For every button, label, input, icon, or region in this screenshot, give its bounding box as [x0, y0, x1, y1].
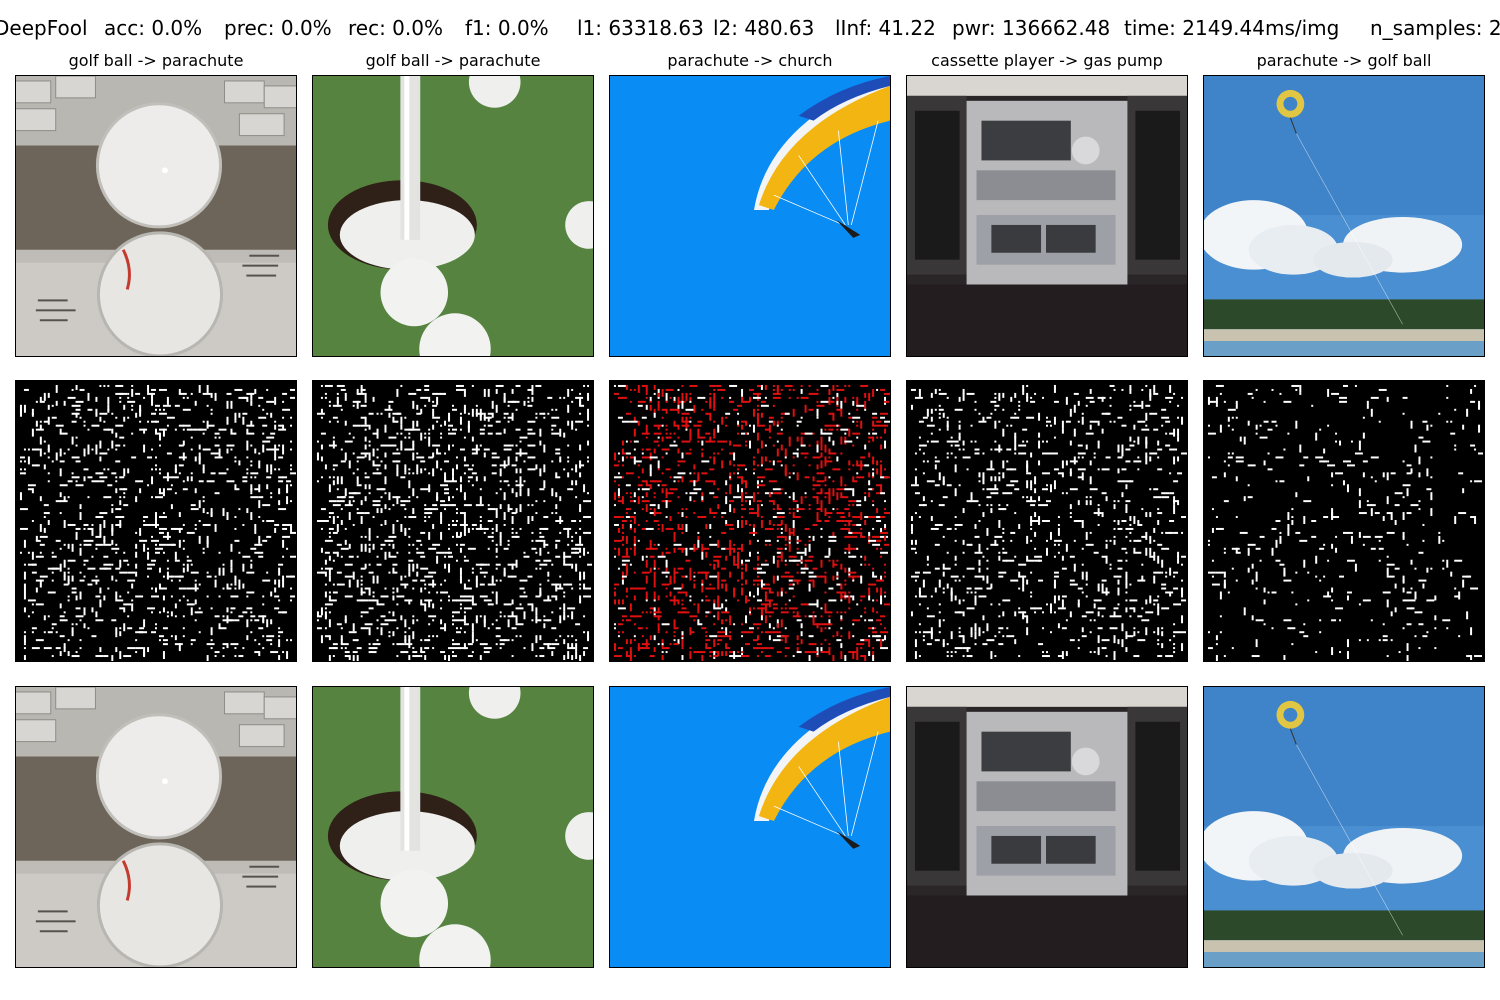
adversarial-image-parasail-sky — [1203, 686, 1485, 968]
original-image-paraglider — [609, 75, 891, 357]
l1-metric: l1: 63318.63 — [577, 16, 704, 40]
l2-metric: l2: 480.63 — [713, 16, 815, 40]
adversarial-image-paraglider — [609, 686, 891, 968]
metrics-header: DeepFool acc: 0.0% prec: 0.0% rec: 0.0% … — [0, 14, 1500, 44]
adversarial-image-golf-balls-stacked — [15, 686, 297, 968]
linf-metric: lInf: 41.22 — [835, 16, 936, 40]
prec-metric: prec: 0.0% — [224, 16, 332, 40]
column-title: parachute -> church — [667, 51, 833, 70]
original-image-golf-hole — [312, 75, 594, 357]
n-samples-metric: n_samples: 2 — [1370, 16, 1500, 40]
perturbation-map — [906, 380, 1188, 662]
pwr-metric: pwr: 136662.48 — [952, 16, 1111, 40]
perturbation-map — [609, 380, 891, 662]
method-name: DeepFool — [0, 16, 88, 40]
original-image-parasail-sky — [1203, 75, 1485, 357]
rec-metric: rec: 0.0% — [348, 16, 443, 40]
adversarial-image-golf-hole — [312, 686, 594, 968]
adversarial-image-boombox — [906, 686, 1188, 968]
perturbation-map — [1203, 380, 1485, 662]
column-title: cassette player -> gas pump — [931, 51, 1163, 70]
column-title: parachute -> golf ball — [1256, 51, 1432, 70]
column-title: golf ball -> parachute — [365, 51, 541, 70]
column-title: golf ball -> parachute — [68, 51, 244, 70]
f1-metric: f1: 0.0% — [465, 16, 549, 40]
original-image-boombox — [906, 75, 1188, 357]
acc-metric: acc: 0.0% — [104, 16, 203, 40]
original-image-golf-balls-stacked — [15, 75, 297, 357]
perturbation-map — [312, 380, 594, 662]
time-metric: time: 2149.44ms/img — [1124, 16, 1340, 40]
perturbation-map — [15, 380, 297, 662]
